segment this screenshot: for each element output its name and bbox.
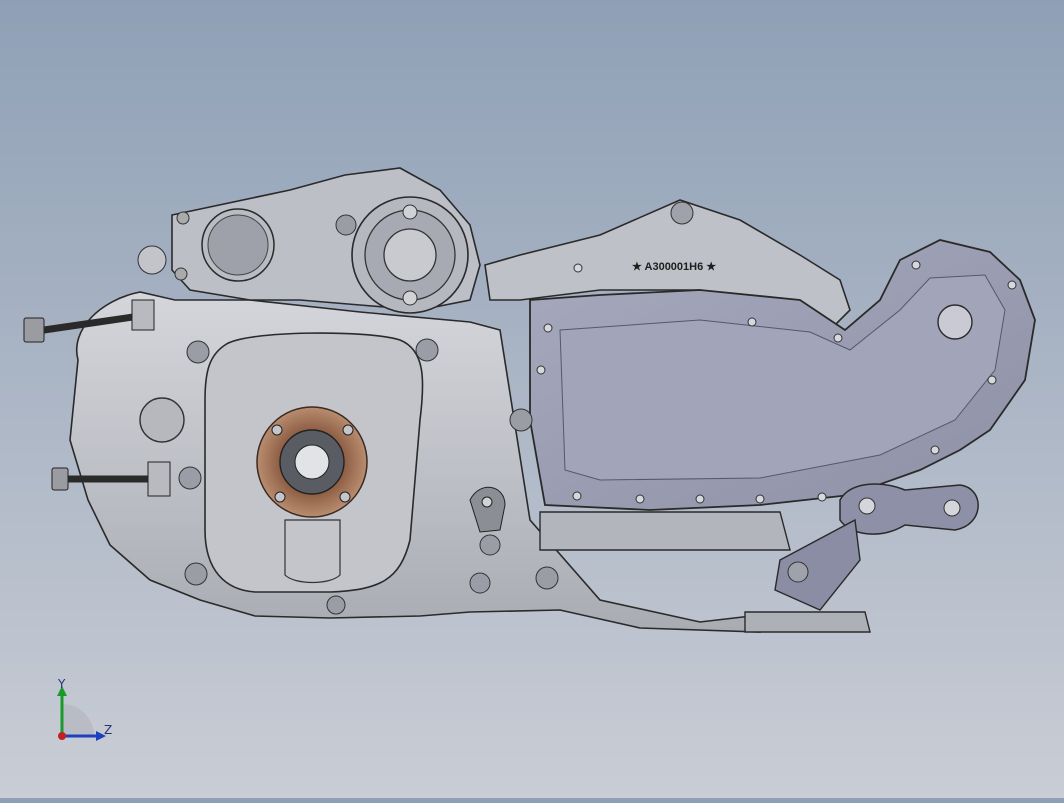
- engine-case-model[interactable]: ★ A300001H6 ★: [0, 0, 1064, 798]
- triad-z-label: Z: [104, 723, 112, 737]
- view-triad: Y Z: [40, 672, 130, 752]
- cover-bore: [937, 304, 973, 340]
- crank-bore: [294, 444, 330, 480]
- triad-x-axis: [58, 732, 66, 740]
- triad-y-label: Y: [57, 677, 66, 691]
- triad-plane: [62, 704, 94, 736]
- lower-rail: [539, 511, 791, 551]
- graphics-viewport[interactable]: ★ A300001H6 ★: [0, 0, 1064, 798]
- part-marking: ★ A300001H6 ★: [632, 261, 716, 273]
